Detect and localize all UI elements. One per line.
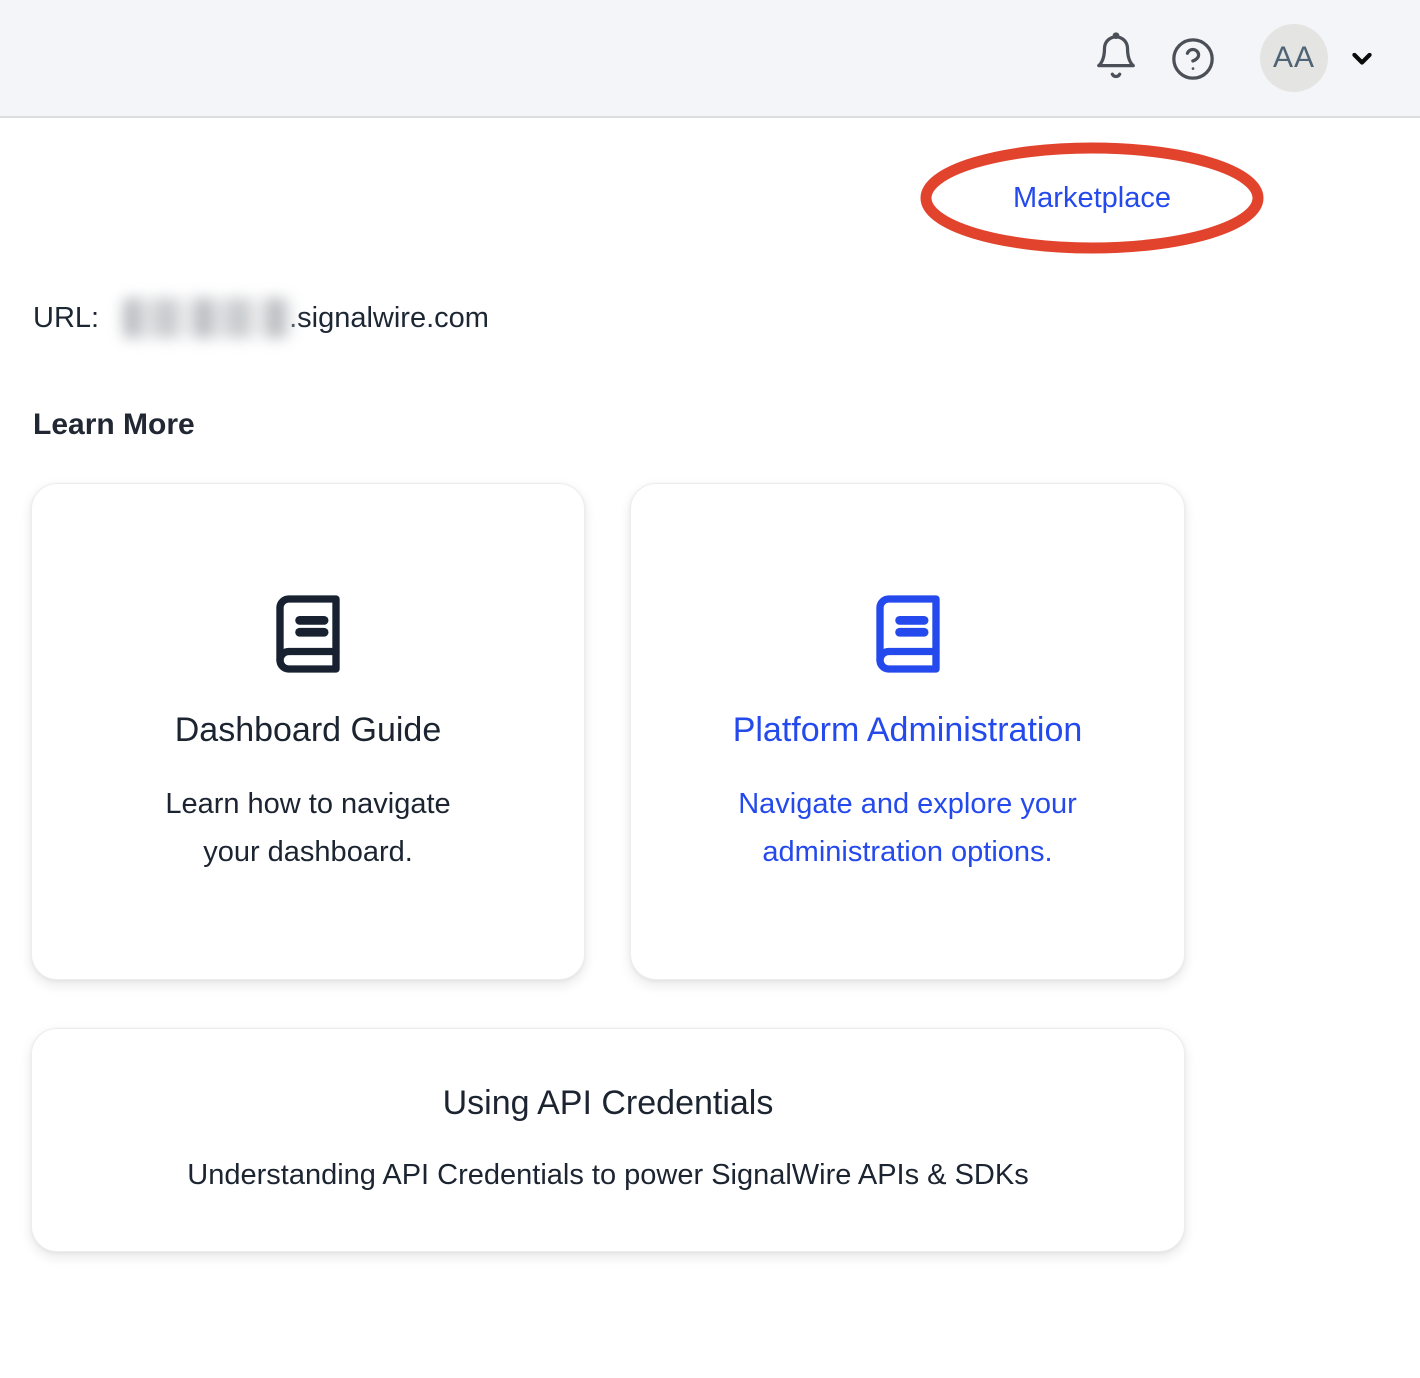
- avatar-initials: AA: [1273, 41, 1315, 75]
- card-subtitle: Understanding API Credentials to power S…: [108, 1151, 1108, 1199]
- book-icon: [266, 592, 350, 676]
- card-title: Platform Administration: [631, 711, 1184, 750]
- signalwire-dashboard-page: AA Marketplace URL: .signalwire.com Lear…: [0, 0, 1420, 1378]
- section-heading-learn-more: Learn More: [33, 408, 195, 442]
- card-title: Using API Credentials: [32, 1084, 1184, 1123]
- notifications-button[interactable]: [1093, 31, 1139, 81]
- topbar: AA: [0, 0, 1420, 118]
- card-platform-administration[interactable]: Platform Administration Navigate and exp…: [630, 483, 1185, 980]
- help-button[interactable]: [1170, 36, 1216, 82]
- card-using-api-credentials[interactable]: Using API Credentials Understanding API …: [31, 1028, 1185, 1252]
- avatar[interactable]: AA: [1260, 24, 1328, 92]
- card-subtitle: Learn how to navigate your dashboard.: [140, 780, 476, 876]
- card-dashboard-guide[interactable]: Dashboard Guide Learn how to navigate yo…: [31, 483, 585, 980]
- bell-icon: [1093, 31, 1139, 81]
- url-domain: .signalwire.com: [289, 302, 489, 335]
- help-icon: [1170, 36, 1216, 82]
- account-menu-button[interactable]: [1342, 42, 1382, 76]
- chevron-down-icon: [1344, 45, 1380, 73]
- book-icon: [866, 592, 950, 676]
- card-title: Dashboard Guide: [32, 711, 584, 750]
- marketplace-link[interactable]: Marketplace: [922, 182, 1262, 215]
- url-label: URL:: [33, 302, 99, 335]
- project-url: URL: .signalwire.com: [33, 296, 489, 340]
- url-subdomain-redacted: [123, 298, 291, 338]
- card-subtitle: Navigate and explore your administration…: [710, 780, 1106, 876]
